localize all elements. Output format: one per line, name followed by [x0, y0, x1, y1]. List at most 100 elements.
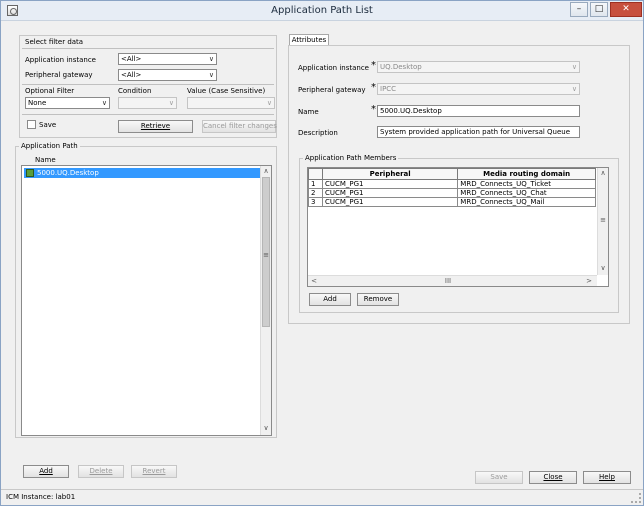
retrieve-button-label: Retrieve — [140, 122, 171, 130]
grip-icon: ≡ — [600, 216, 606, 224]
help-button-label: Help — [599, 473, 615, 481]
attr-peripheral-gateway-label: Peripheral gateway — [298, 86, 366, 94]
add-path-button[interactable]: Add — [23, 465, 69, 478]
grip-icon: ≡ — [263, 251, 269, 259]
description-input[interactable]: System provided application path for Uni… — [377, 126, 580, 138]
description-label: Description — [298, 129, 338, 137]
retrieve-button[interactable]: Retrieve — [118, 120, 193, 133]
list-vertical-scrollbar[interactable]: ∧ ≡ ∨ — [260, 166, 271, 435]
table-row[interactable]: 2 CUCM_PG1 MRD_Connects_UQ_Chat — [308, 188, 596, 198]
members-heading: Application Path Members — [303, 154, 399, 162]
condition-select[interactable]: ∨ — [118, 97, 177, 109]
name-input[interactable]: 5000.UQ.Desktop — [377, 105, 580, 117]
remove-member-button[interactable]: Remove — [357, 293, 399, 306]
mrd-cell[interactable]: MRD_Connects_UQ_Mail — [457, 197, 596, 207]
chevron-down-icon: ∨ — [208, 71, 214, 79]
application-path-heading: Application Path — [19, 142, 80, 150]
save-filter-label: Save — [39, 121, 57, 129]
maximize-button[interactable]: □ — [590, 2, 608, 17]
optional-filter-select[interactable]: None ∨ — [25, 97, 110, 109]
scroll-up-icon[interactable]: ∧ — [261, 167, 271, 175]
status-text: ICM Instance: lab01 — [6, 493, 76, 501]
help-button[interactable]: Help — [583, 471, 631, 484]
filter-peripheral-gateway-value: <All> — [121, 71, 142, 79]
filter-app-instance-select[interactable]: <All> ∨ — [118, 53, 217, 65]
peripheral-cell[interactable]: CUCM_PG1 — [321, 188, 459, 198]
close-button[interactable]: Close — [529, 471, 577, 484]
window-title: Application Path List — [271, 5, 373, 16]
row-index: 2 — [308, 188, 323, 198]
table-row[interactable]: 3 CUCM_PG1 MRD_Connects_UQ_Mail — [308, 197, 596, 207]
list-item-label: 5000.UQ.Desktop — [37, 169, 99, 177]
attr-peripheral-gateway-value: IPCC — [380, 85, 397, 93]
grip-icon: III — [444, 277, 452, 285]
attr-peripheral-gateway-select[interactable]: IPCC ∨ — [377, 83, 580, 95]
title-bar: Application Path List – □ ✕ — [1, 1, 643, 21]
attr-app-instance-select[interactable]: UQ.Desktop ∨ — [377, 61, 580, 73]
chevron-down-icon: ∨ — [571, 85, 577, 93]
peripheral-cell[interactable]: CUCM_PG1 — [321, 197, 459, 207]
name-column-header: Name — [35, 156, 56, 164]
chevron-down-icon: ∨ — [571, 63, 577, 71]
list-item[interactable]: 5000.UQ.Desktop — [24, 168, 260, 178]
scroll-left-icon[interactable]: < — [310, 277, 318, 285]
resize-grip-icon[interactable] — [631, 493, 641, 503]
application-path-list[interactable]: 5000.UQ.Desktop ∧ ≡ ∨ — [21, 165, 272, 436]
members-grid-container: Peripheral Media routing domain 1 CUCM_P… — [307, 167, 609, 287]
table-row[interactable]: 1 CUCM_PG1 MRD_Connects_UQ_Ticket — [308, 179, 596, 189]
scroll-up-icon[interactable]: ∧ — [598, 169, 608, 177]
save-filter-checkbox[interactable] — [27, 120, 36, 129]
filter-peripheral-gateway-label: Peripheral gateway — [25, 71, 93, 79]
application-path-panel: Application Path Name 5000.UQ.Desktop ∧ … — [15, 142, 277, 438]
scroll-down-icon[interactable]: ∨ — [598, 264, 608, 272]
row-index: 3 — [308, 197, 323, 207]
filter-divider-bottom — [22, 114, 274, 115]
members-group: Application Path Members Peripheral Medi… — [299, 154, 619, 313]
members-table: Peripheral Media routing domain 1 CUCM_P… — [308, 168, 596, 207]
scroll-down-icon[interactable]: ∨ — [261, 424, 271, 432]
column-header-peripheral[interactable]: Peripheral — [321, 168, 459, 180]
peripheral-cell[interactable]: CUCM_PG1 — [321, 179, 459, 189]
filter-peripheral-gateway-select[interactable]: <All> ∨ — [118, 69, 217, 81]
save-button[interactable]: Save — [475, 471, 523, 484]
filter-app-instance-value: <All> — [121, 55, 142, 63]
row-index: 1 — [308, 179, 323, 189]
revert-button-label: Revert — [142, 467, 166, 475]
value-label: Value (Case Sensitive) — [187, 87, 266, 95]
filter-divider — [22, 84, 274, 85]
add-member-button[interactable]: Add — [309, 293, 351, 306]
status-bar: ICM Instance: lab01 — [1, 489, 643, 505]
chevron-down-icon: ∨ — [168, 99, 174, 107]
value-select[interactable]: ∨ — [187, 97, 275, 109]
optional-filter-value: None — [28, 99, 47, 107]
mrd-cell[interactable]: MRD_Connects_UQ_Chat — [457, 188, 596, 198]
attributes-panel: Application instance * UQ.Desktop ∨ Peri… — [288, 45, 630, 324]
minimize-button[interactable]: – — [570, 2, 588, 17]
mrd-cell[interactable]: MRD_Connects_UQ_Ticket — [457, 179, 596, 189]
scroll-right-icon[interactable]: > — [585, 277, 593, 285]
cancel-filter-changes-button[interactable]: Cancel filter changes — [202, 120, 277, 133]
delete-path-button[interactable]: Delete — [78, 465, 124, 478]
filter-heading-divider — [22, 48, 274, 49]
close-button-label: Close — [543, 473, 563, 481]
filter-app-instance-label: Application instance — [25, 56, 96, 64]
filter-heading: Select filter data — [25, 38, 84, 46]
members-horizontal-scrollbar[interactable]: < III > — [308, 275, 597, 286]
attr-app-instance-label: Application instance — [298, 64, 369, 72]
members-vertical-scrollbar[interactable]: ∧ ≡ ∨ — [597, 168, 608, 275]
attr-app-instance-value: UQ.Desktop — [380, 63, 422, 71]
column-header-mrd[interactable]: Media routing domain — [457, 168, 596, 180]
add-path-button-label: Add — [39, 467, 53, 475]
required-marker: * — [371, 60, 376, 71]
chevron-down-icon: ∨ — [208, 55, 214, 63]
chevron-down-icon: ∨ — [101, 99, 107, 107]
name-label: Name — [298, 108, 319, 116]
revert-button[interactable]: Revert — [131, 465, 177, 478]
required-marker: * — [371, 104, 376, 115]
application-path-icon — [26, 169, 34, 177]
chevron-down-icon: ∨ — [266, 99, 272, 107]
optional-filter-label: Optional Filter — [25, 87, 75, 95]
required-marker: * — [371, 82, 376, 93]
close-window-button[interactable]: ✕ — [610, 2, 642, 17]
filter-panel: Select filter data Application instance … — [19, 35, 277, 138]
